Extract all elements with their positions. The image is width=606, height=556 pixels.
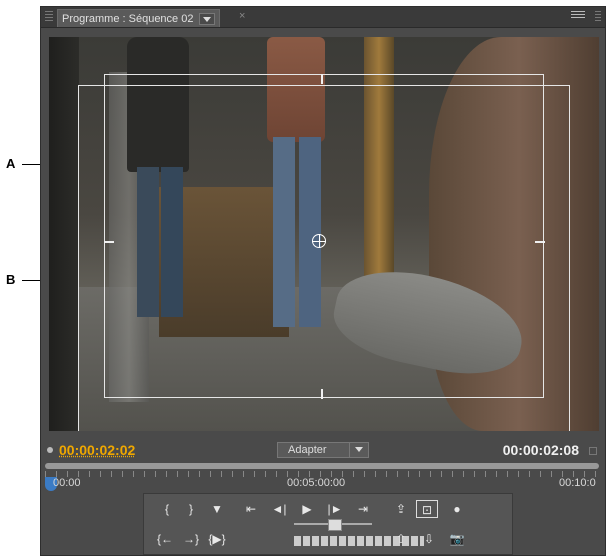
go-to-in-button[interactable]: {← <box>154 530 176 548</box>
chevron-down-icon[interactable] <box>349 443 368 457</box>
program-monitor-panel: Programme : Séquence 02 × 00:00:02:02 Ad… <box>40 6 606 556</box>
mark-in-button[interactable]: { <box>156 500 178 518</box>
jog-handle[interactable] <box>328 519 342 531</box>
menu-icon[interactable] <box>571 11 585 21</box>
set-marker-button[interactable]: ▼ <box>206 500 228 518</box>
go-to-previous-edit-button[interactable]: ⇤ <box>240 500 262 518</box>
go-to-out-button[interactable]: →} <box>180 530 202 548</box>
ruler-label-end: 00:10:0 <box>559 477 596 489</box>
step-back-button[interactable]: ◄| <box>268 500 290 518</box>
time-ruler[interactable]: 00:00 00:05:00:00 00:10:0 <box>45 463 599 493</box>
camera-icon[interactable]: 📷 <box>446 530 468 548</box>
transport-controls: { } ▼ ⇤ ◄| ▶ |► ⇥ ⇪ ⊡ ● {← →} {▶} ⇧ ⇩ 📷 <box>143 493 513 555</box>
step-forward-button[interactable]: |► <box>324 500 346 518</box>
jog-slider[interactable] <box>294 518 372 531</box>
crosshair-icon <box>312 234 326 248</box>
chevron-down-icon[interactable] <box>199 12 216 25</box>
callout-b: B <box>6 272 16 287</box>
current-timecode[interactable]: 00:00:02:02 <box>59 442 135 458</box>
safe-margins-button[interactable]: ⊡ <box>416 500 438 518</box>
lift-button[interactable]: ⇧ <box>390 530 412 548</box>
panel-titlebar: Programme : Séquence 02 × <box>41 7 605 28</box>
ruler-label-start: 00:00 <box>53 477 81 489</box>
duration-timecode: 00:00:02:08 <box>502 442 579 458</box>
panel-grip-right-icon[interactable] <box>595 11 601 23</box>
play-in-to-out-button[interactable]: {▶} <box>206 530 228 548</box>
output-button[interactable]: ● <box>446 500 468 518</box>
status-dot-icon <box>47 447 53 453</box>
play-button[interactable]: ▶ <box>296 500 318 518</box>
close-icon[interactable]: × <box>239 10 245 22</box>
loop-button[interactable]: ⇪ <box>390 500 412 518</box>
video-viewer[interactable] <box>49 37 599 431</box>
tab-programme[interactable]: Programme : Séquence 02 <box>57 9 221 27</box>
extract-button[interactable]: ⇩ <box>418 530 440 548</box>
safe-tick-right <box>535 241 545 243</box>
timecode-bar: 00:00:02:02 Adapter 00:00:02:08 <box>41 439 605 461</box>
video-wall <box>49 37 79 431</box>
viewing-area-bar[interactable] <box>45 463 599 469</box>
mark-out-button[interactable]: } <box>180 500 202 518</box>
tab-title: Programme : Séquence 02 <box>62 12 194 25</box>
zoom-select[interactable]: Adapter <box>277 442 369 458</box>
callout-a: A <box>6 156 16 171</box>
resize-icon[interactable] <box>589 447 597 455</box>
ruler-label-mid: 00:05:00:00 <box>287 477 346 489</box>
go-to-next-edit-button[interactable]: ⇥ <box>352 500 374 518</box>
panel-grip-icon[interactable] <box>45 11 53 23</box>
safe-tick-bottom <box>321 389 323 399</box>
safe-tick-left <box>104 241 114 243</box>
zoom-value: Adapter <box>288 444 327 456</box>
safe-tick-top <box>321 74 323 84</box>
